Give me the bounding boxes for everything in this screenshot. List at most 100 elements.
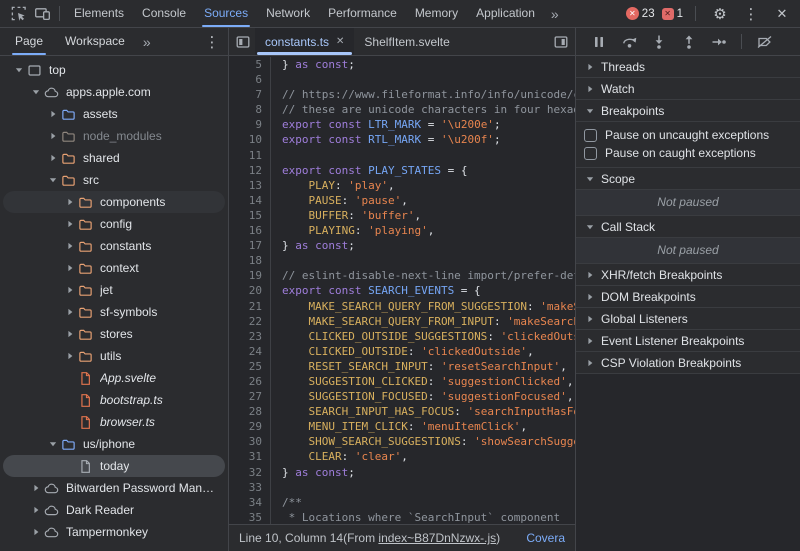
tree-item-utils[interactable]: utils (3, 345, 225, 367)
line-number[interactable]: 6 (229, 72, 271, 88)
line-number[interactable]: 19 (229, 268, 271, 284)
line-number[interactable]: 15 (229, 207, 271, 224)
code-line[interactable]: 28 SEARCH_INPUT_HAS_FOCUS: 'searchInputH… (229, 404, 575, 420)
tree-item-browser-ts[interactable]: browser.ts (3, 411, 225, 433)
tab-performance[interactable]: Performance (319, 0, 406, 27)
code-line[interactable]: 8 // these are unicode characters in four… (229, 102, 575, 118)
code-line[interactable]: 11 (229, 147, 575, 163)
caret-down-icon[interactable] (11, 65, 26, 75)
code-line[interactable]: 31 CLEAR: 'clear', (229, 449, 575, 465)
caret-down-icon[interactable] (45, 439, 60, 449)
caret-right-icon[interactable] (28, 527, 43, 537)
checkbox[interactable] (584, 128, 597, 142)
section-dom-breakpoints[interactable]: DOM Breakpoints (576, 286, 800, 308)
line-number[interactable]: 16 (229, 223, 271, 239)
code-line[interactable]: 22 MAKE_SEARCH_QUERY_FROM_INPUT: 'makeSe… (229, 313, 575, 329)
section-csp-violation-breakpoints[interactable]: CSP Violation Breakpoints (576, 352, 800, 374)
caret-right-icon[interactable] (45, 109, 60, 119)
tree-item-tampermonkey[interactable]: Tampermonkey (3, 521, 225, 543)
tree-item-components[interactable]: components (3, 191, 225, 213)
deactivate-breakpoints-icon[interactable] (751, 31, 777, 53)
toggle-debugger-sidebar-icon[interactable] (549, 31, 573, 53)
tree-item-node-modules[interactable]: node_modules (3, 125, 225, 147)
code-line[interactable]: 32} as const; (229, 464, 575, 480)
editor-tab-constants-ts[interactable]: constants.ts ✕ (255, 28, 355, 55)
tree-item-jet[interactable]: jet (3, 279, 225, 301)
code-line[interactable]: 16 PLAYING: 'playing', (229, 223, 575, 239)
tree-item-today[interactable]: today (3, 455, 225, 477)
caret-right-icon[interactable] (62, 329, 77, 339)
line-number[interactable]: 7 (229, 87, 271, 103)
tree-item-context[interactable]: context (3, 257, 225, 279)
tree-item-app-svelte[interactable]: App.svelte (3, 367, 225, 389)
settings-gear-icon[interactable]: ⚙ (708, 3, 732, 25)
navigator-tab-page[interactable]: Page (4, 28, 54, 55)
close-devtools-icon[interactable]: ✕ (770, 3, 794, 25)
caret-right-icon[interactable] (62, 307, 77, 317)
tree-item-us-iphone[interactable]: us/iphone (3, 433, 225, 455)
section-threads[interactable]: Threads (576, 56, 800, 78)
line-number[interactable]: 26 (229, 373, 271, 390)
inspect-icon[interactable] (6, 3, 30, 25)
tree-item-sf-symbols[interactable]: sf-symbols (3, 301, 225, 323)
coverage-link[interactable]: Covera (526, 531, 565, 545)
tab-elements[interactable]: Elements (65, 0, 133, 27)
tab-network[interactable]: Network (257, 0, 319, 27)
section-watch[interactable]: Watch (576, 78, 800, 100)
more-tabs-icon[interactable]: » (544, 6, 566, 22)
line-number[interactable]: 25 (229, 358, 271, 374)
tree-item-stores[interactable]: stores (3, 323, 225, 345)
tree-item-src[interactable]: src (3, 169, 225, 191)
code-line[interactable]: 33 (229, 479, 575, 495)
caret-down-icon[interactable] (45, 175, 60, 185)
device-toolbar-icon[interactable] (30, 3, 54, 25)
code-line[interactable]: 17} as const; (229, 238, 575, 254)
checkbox[interactable] (584, 146, 597, 160)
more-options-icon[interactable]: ⋮ (739, 3, 763, 25)
step-icon[interactable] (706, 31, 732, 53)
line-number[interactable]: 29 (229, 419, 271, 435)
code-line[interactable]: 20 export const SEARCH_EVENTS = { (229, 283, 575, 299)
caret-right-icon[interactable] (28, 505, 43, 515)
caret-right-icon[interactable] (62, 351, 77, 361)
line-number[interactable]: 35 (229, 509, 271, 524)
console-errors-badge[interactable]: ✕ 23 (625, 7, 655, 20)
section-call-stack[interactable]: Call Stack (576, 216, 800, 238)
code-line[interactable]: 26 SUGGESTION_CLICKED: 'suggestionClicke… (229, 373, 575, 390)
line-number[interactable]: 34 (229, 494, 271, 510)
line-number[interactable]: 31 (229, 449, 271, 465)
tab-console[interactable]: Console (133, 0, 195, 27)
code-line[interactable]: 34 /** (229, 494, 575, 510)
line-number[interactable]: 13 (229, 177, 271, 193)
line-number[interactable]: 12 (229, 162, 271, 178)
caret-right-icon[interactable] (62, 263, 77, 273)
line-number[interactable]: 32 (229, 464, 271, 480)
line-number[interactable]: 30 (229, 434, 271, 450)
line-number[interactable]: 10 (229, 132, 271, 148)
issues-badge[interactable]: ✕ 1 (661, 7, 683, 20)
code-line[interactable]: 27 SUGGESTION_FOCUSED: 'suggestionFocuse… (229, 389, 575, 405)
code-line[interactable]: 19 // eslint-disable-next-line import/pre… (229, 268, 575, 284)
navigator-tab-workspace[interactable]: Workspace (54, 28, 136, 55)
caret-right-icon[interactable] (28, 483, 43, 493)
navigator-more-tabs-icon[interactable]: » (136, 34, 158, 50)
line-number[interactable]: 5 (229, 57, 271, 73)
line-number[interactable]: 24 (229, 343, 271, 359)
section-scope[interactable]: Scope (576, 168, 800, 190)
section-xhr-fetch-breakpoints[interactable]: XHR/fetch Breakpoints (576, 264, 800, 286)
pause-icon[interactable] (586, 31, 612, 53)
code-line[interactable]: 35 * Locations where `SearchInput` compo… (229, 509, 575, 524)
section-global-listeners[interactable]: Global Listeners (576, 308, 800, 330)
step-over-icon[interactable] (616, 31, 642, 53)
code-line[interactable]: 30 SHOW_SEARCH_SUGGESTIONS: 'showSearchS… (229, 434, 575, 450)
line-number[interactable]: 28 (229, 404, 271, 420)
caret-right-icon[interactable] (45, 131, 60, 141)
tab-sources[interactable]: Sources (195, 0, 257, 27)
source-map-link[interactable]: index~B87DnNzwx-.js (378, 531, 496, 545)
tree-item-assets[interactable]: assets (3, 103, 225, 125)
code-line[interactable]: 29 MENU_ITEM_CLICK: 'menuItemClick', (229, 419, 575, 435)
line-number[interactable]: 20 (229, 283, 271, 299)
code-line[interactable]: 18 (229, 253, 575, 269)
tree-item-top[interactable]: top (3, 59, 225, 81)
caret-right-icon[interactable] (62, 219, 77, 229)
